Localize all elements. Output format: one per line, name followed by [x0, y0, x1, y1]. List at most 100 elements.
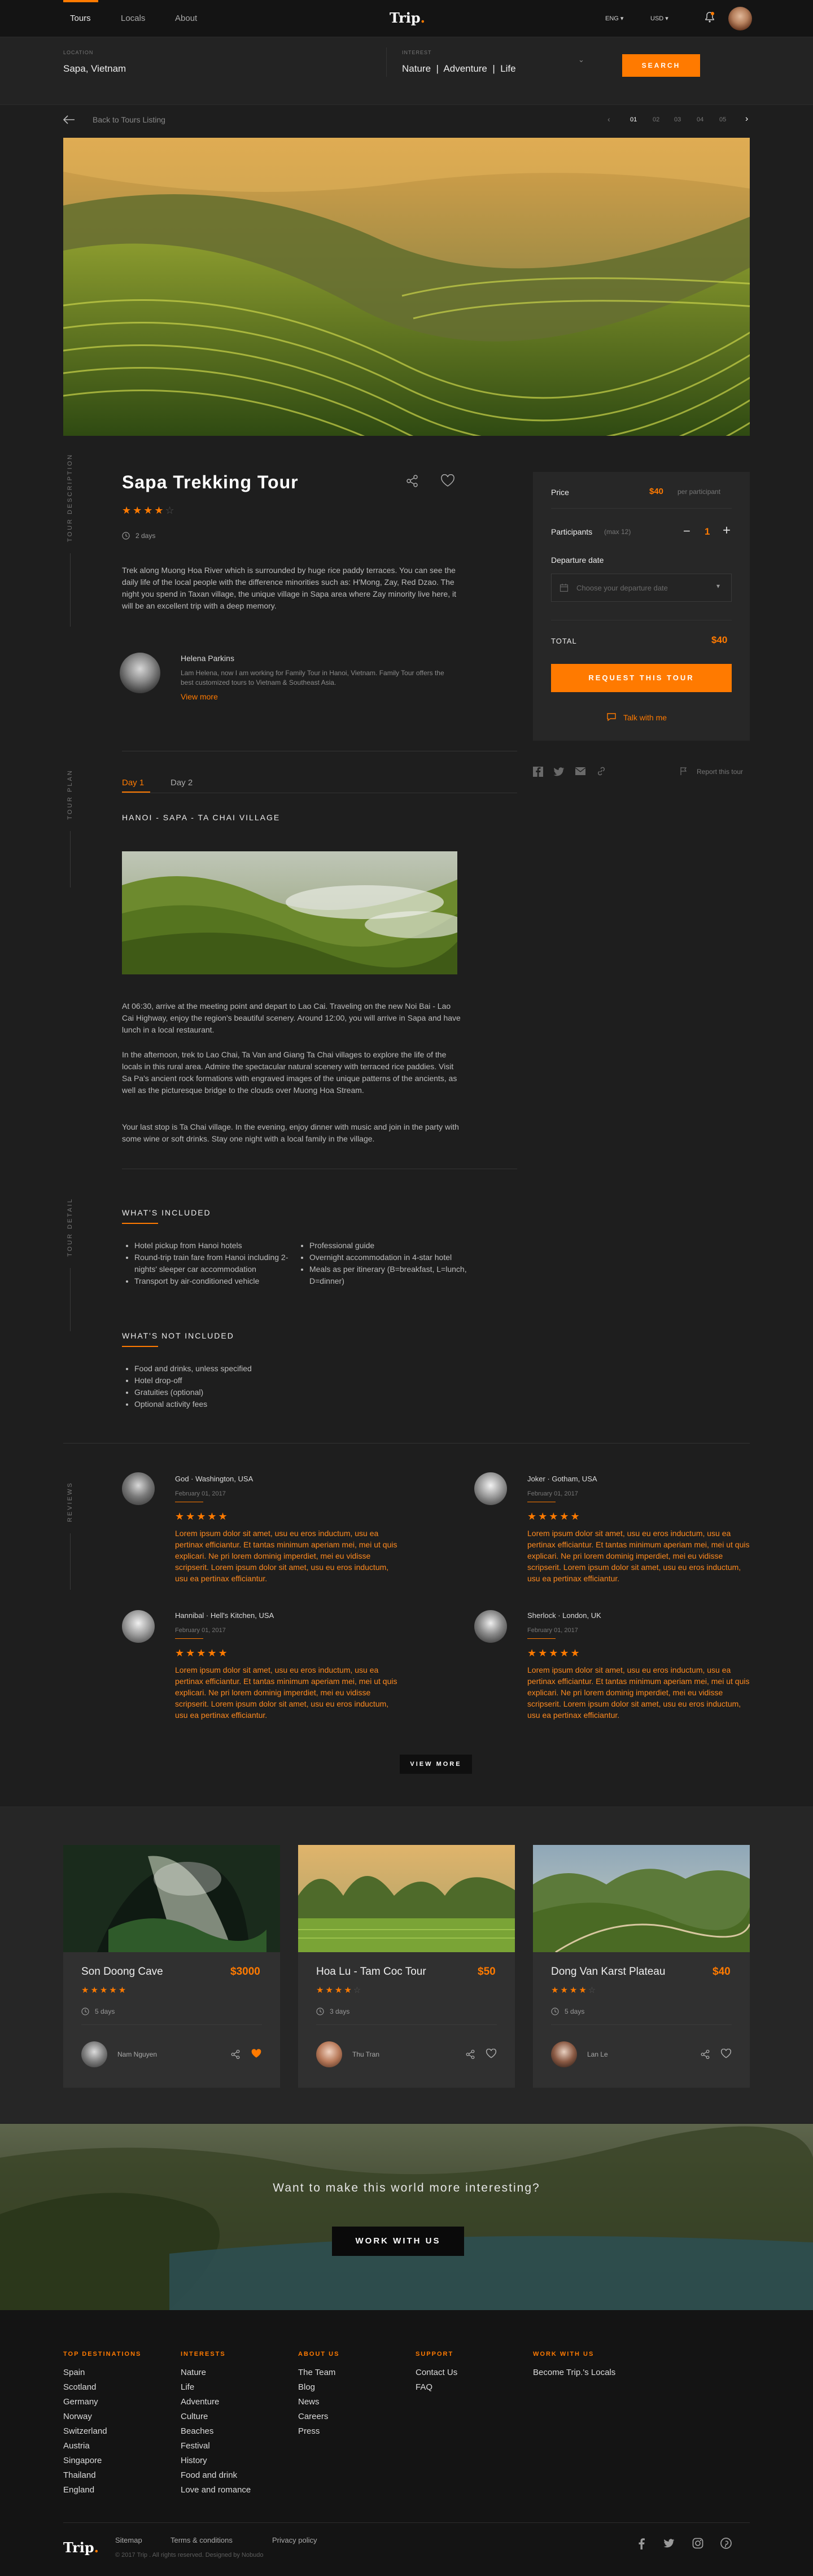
search-button[interactable]: SEARCH [622, 54, 700, 77]
footer-link[interactable]: Austria [63, 2439, 141, 2453]
instagram-icon[interactable] [692, 2538, 703, 2549]
facebook-icon[interactable] [533, 767, 543, 777]
twitter-icon[interactable] [663, 2538, 675, 2548]
footer-link[interactable]: Contact Us [416, 2365, 457, 2380]
footer-link[interactable]: News [298, 2395, 339, 2409]
nav-about[interactable]: About [175, 14, 197, 23]
footer-link[interactable]: Norway [63, 2409, 141, 2424]
footer-link[interactable]: Singapore [63, 2453, 141, 2468]
view-more-host-link[interactable]: View more [181, 692, 218, 701]
link-icon[interactable] [596, 766, 606, 776]
page-number[interactable]: 02 [653, 116, 659, 123]
nav-locals[interactable]: Locals [121, 14, 145, 23]
footer-bottom-link[interactable]: Terms & conditions [171, 2536, 233, 2544]
divider [63, 2522, 750, 2523]
reviewer-name: God · Washington, USA [175, 1475, 253, 1483]
footer-link[interactable]: Adventure [181, 2395, 251, 2409]
footer-link[interactable]: Switzerland [63, 2424, 141, 2439]
footer-bottom-link[interactable]: Privacy policy [272, 2536, 317, 2544]
tour-card[interactable]: Dong Van Karst Plateau $40 ★★★★☆ 5 days … [533, 1845, 750, 2088]
footer-link[interactable]: Thailand [63, 2468, 141, 2483]
participants-label: Participants [551, 527, 593, 536]
footer-bottom-link[interactable]: Sitemap [115, 2536, 142, 2544]
back-to-listing-link[interactable]: Back to Tours Listing [93, 115, 165, 124]
footer-link[interactable]: Beaches [181, 2424, 251, 2439]
host-avatar[interactable] [120, 653, 160, 693]
footer-link[interactable]: Culture [181, 2409, 251, 2424]
share-icon[interactable] [405, 474, 419, 488]
nav-tours[interactable]: Tours [70, 14, 91, 23]
chat-icon [606, 712, 617, 721]
footer-link[interactable]: Spain [63, 2365, 141, 2380]
pinterest-icon[interactable] [720, 2538, 732, 2549]
view-more-reviews-button[interactable]: VIEW MORE [400, 1755, 472, 1774]
footer-link[interactable]: Scotland [63, 2380, 141, 2395]
tour-card[interactable]: Hoa Lu - Tam Coc Tour $50 ★★★★☆ 3 days T… [298, 1845, 515, 2088]
footer-link[interactable]: Nature [181, 2365, 251, 2380]
host-avatar[interactable] [81, 2041, 107, 2067]
currency-select[interactable]: USD ▾ [650, 15, 668, 22]
footer-link[interactable]: FAQ [416, 2380, 457, 2395]
facebook-icon[interactable] [638, 2538, 645, 2549]
user-avatar[interactable] [728, 7, 752, 30]
review-stars: ★★★★★ [175, 1647, 229, 1659]
footer-heading: SUPPORT [416, 2351, 454, 2358]
work-with-us-button[interactable]: WORK WITH US [332, 2227, 464, 2256]
footer-link[interactable]: England [63, 2483, 141, 2498]
pager-prev[interactable]: ‹ [607, 115, 610, 124]
tour-card[interactable]: Son Doong Cave $3000 ★★★★★ 5 days Nam Ng… [63, 1845, 280, 2088]
location-field[interactable]: Sapa, Vietnam [63, 63, 126, 75]
tab-day-2[interactable]: Day 2 [171, 778, 193, 788]
heart-icon[interactable] [486, 2049, 497, 2059]
footer-logo[interactable]: Trip. [63, 2539, 99, 2556]
footer-link[interactable]: Food and drink [181, 2468, 251, 2483]
page-number[interactable]: 04 [697, 116, 703, 123]
decrement-button[interactable]: − [683, 524, 690, 539]
footer-column: SUPPORT Contact Us FAQ [416, 2351, 457, 2395]
footer-link[interactable]: Press [298, 2424, 339, 2439]
talk-with-me-link[interactable]: Talk with me [623, 713, 667, 722]
footer-link[interactable]: Germany [63, 2395, 141, 2409]
footer-link[interactable]: Careers [298, 2409, 339, 2424]
interest-field[interactable]: Nature | Adventure | Life [402, 63, 516, 75]
share-icon[interactable] [230, 2049, 241, 2059]
departure-date-input[interactable]: Choose your departure date ▾ [551, 574, 732, 602]
footer-link[interactable]: History [181, 2453, 251, 2468]
reviewer-avatar [122, 1472, 155, 1505]
host-avatar[interactable] [551, 2041, 577, 2067]
footer-link[interactable]: Festival [181, 2439, 251, 2453]
request-tour-button[interactable]: REQUEST THIS TOUR [551, 664, 732, 692]
report-tour-link[interactable]: Report this tour [697, 768, 743, 776]
twitter-icon[interactable] [553, 767, 565, 777]
calendar-icon [560, 583, 569, 592]
page-number[interactable]: 05 [719, 116, 726, 123]
footer-link[interactable]: Become Trip.'s Locals [533, 2365, 615, 2380]
footer-link[interactable]: Love and romance [181, 2483, 251, 2498]
heart-icon[interactable] [251, 2049, 262, 2059]
share-icon[interactable] [465, 2049, 475, 2059]
arrow-left-icon[interactable] [62, 114, 76, 125]
footer-link[interactable]: Blog [298, 2380, 339, 2395]
share-icon[interactable] [700, 2049, 710, 2059]
reviewer-name: Sherlock · London, UK [527, 1611, 601, 1620]
page-number[interactable]: 01 [630, 116, 637, 123]
host-name: Lan Le [587, 2050, 608, 2058]
footer-link[interactable]: Life [181, 2380, 251, 2395]
language-select[interactable]: ENG ▾ [605, 15, 623, 22]
heart-icon[interactable] [720, 2049, 732, 2059]
footer-link[interactable]: The Team [298, 2365, 339, 2380]
list-item: Round-trip train fare from Hanoi includi… [134, 1252, 292, 1275]
bell-icon[interactable] [705, 11, 715, 23]
mail-icon[interactable] [575, 767, 586, 776]
heart-icon[interactable] [440, 474, 455, 488]
pager-next[interactable]: › [745, 114, 748, 124]
host-avatar[interactable] [316, 2041, 342, 2067]
divider [551, 2024, 732, 2025]
tab-day-1[interactable]: Day 1 [122, 778, 144, 788]
increment-button[interactable]: + [723, 523, 731, 539]
chevron-down-icon[interactable]: ⌄ [578, 55, 584, 64]
departure-placeholder: Choose your departure date [576, 584, 668, 592]
logo[interactable]: Trip. [390, 10, 425, 26]
page-number[interactable]: 03 [674, 116, 681, 123]
list-item: Gratuities (optional) [134, 1387, 360, 1398]
